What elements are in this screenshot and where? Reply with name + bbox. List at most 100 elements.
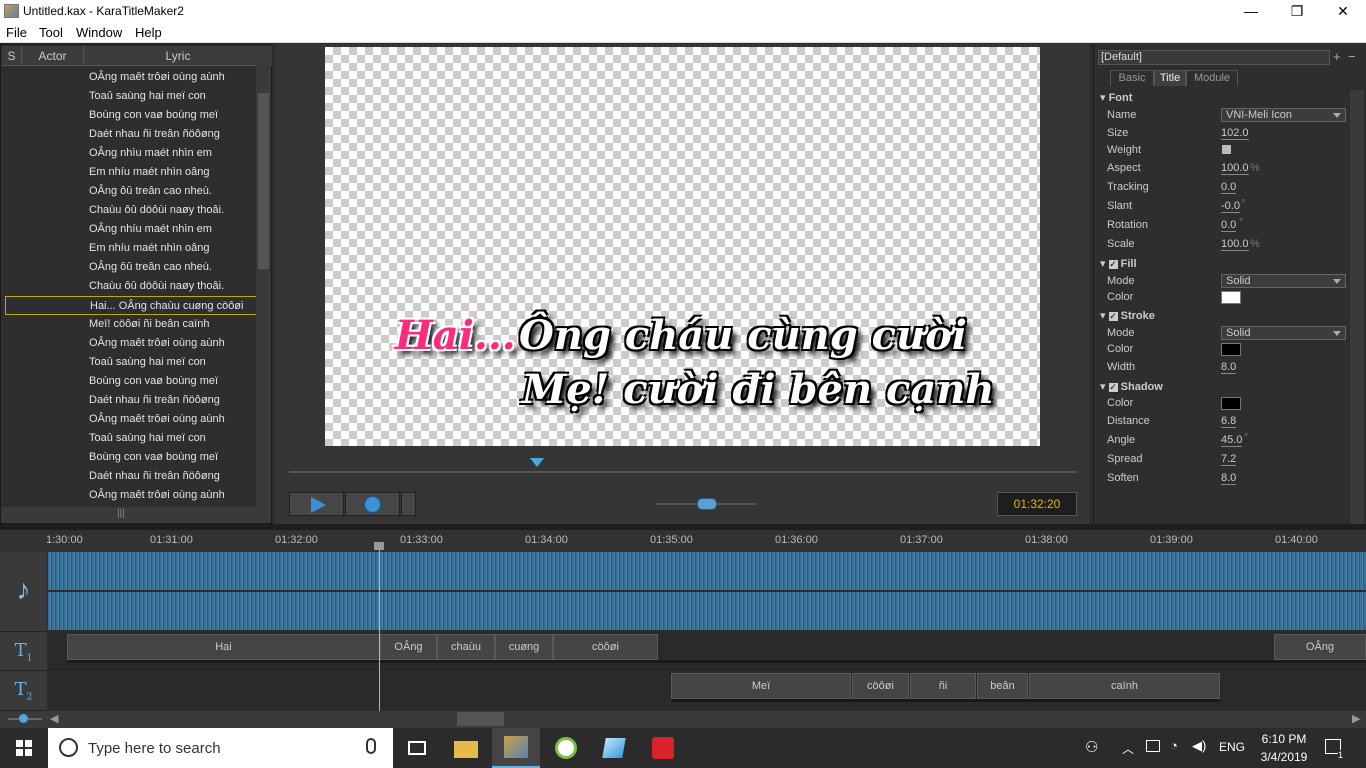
stroke-color-swatch[interactable] bbox=[1221, 343, 1241, 356]
play-button[interactable] bbox=[289, 492, 344, 516]
app-book-icon[interactable] bbox=[601, 735, 627, 761]
shadow-checkbox[interactable]: ✓ bbox=[1108, 383, 1118, 392]
lyric-row[interactable]: Daét nhau ñi treân ñöôøng bbox=[5, 391, 257, 410]
preset-select[interactable]: [Default] bbox=[1098, 50, 1330, 65]
lyric-row[interactable]: Boùng con vaø boùng meï bbox=[5, 106, 257, 125]
file-explorer-icon[interactable] bbox=[454, 735, 480, 761]
title-track-2[interactable]: Meï cöôøi ñi beân caïnh bbox=[48, 671, 1366, 711]
lyric-row[interactable]: Chaùu ôû döôùi naøy thoâi. bbox=[5, 277, 257, 296]
rotation-value[interactable]: 0.0 bbox=[1221, 219, 1237, 232]
font-section[interactable]: ▾ Font bbox=[1100, 91, 1132, 104]
menu-window[interactable]: Window bbox=[76, 25, 122, 40]
app-green-icon[interactable] bbox=[553, 735, 579, 761]
scale-value[interactable]: 100.0 bbox=[1221, 238, 1249, 251]
title-track-1-header[interactable]: T1 bbox=[0, 632, 47, 671]
volume-icon[interactable]: ◀) bbox=[1192, 738, 1206, 754]
col-s-header[interactable]: S bbox=[2, 46, 22, 66]
audio-waveform[interactable] bbox=[48, 552, 1366, 630]
scroll-left-icon[interactable]: ◀ bbox=[50, 712, 58, 725]
close-button[interactable]: ✕ bbox=[1320, 0, 1366, 23]
lyric-row[interactable]: OÂng nhìu maét nhìn em bbox=[5, 144, 257, 163]
lyric-syllable-block[interactable]: beân bbox=[977, 673, 1028, 699]
lyric-syllable-block[interactable]: Hai bbox=[67, 634, 380, 660]
slant-value[interactable]: -0.0 bbox=[1221, 200, 1240, 213]
lyric-row[interactable]: Em nhíu maét nhìn oâng bbox=[5, 239, 257, 258]
lyric-syllable-block[interactable]: caïnh bbox=[1029, 673, 1220, 699]
shadow-spread-value[interactable]: 7.2 bbox=[1221, 453, 1237, 466]
lyric-row[interactable]: Toaû saùng hai meï con bbox=[5, 353, 257, 372]
start-button[interactable] bbox=[0, 728, 48, 768]
lyric-row[interactable]: Em nhíu maét nhìn oâng bbox=[5, 163, 257, 182]
lyric-syllable-block[interactable]: OÂng bbox=[380, 634, 437, 660]
live-camera-icon[interactable] bbox=[650, 735, 676, 761]
lyric-syllable-block[interactable]: cöôøi bbox=[553, 634, 658, 660]
col-lyric-header[interactable]: Lyric bbox=[84, 46, 272, 66]
karatitlemaker-taskbar-button[interactable] bbox=[492, 728, 540, 768]
scroll-thumb[interactable] bbox=[258, 93, 269, 269]
title-track-1[interactable]: Hai OÂng chaùu cuøng cöôøi OÂng bbox=[48, 632, 1366, 670]
lyric-list-vscrollbar[interactable] bbox=[256, 65, 271, 507]
playhead[interactable] bbox=[379, 545, 380, 711]
lyric-row[interactable]: OÂng maêt trôøi oùng aùnh bbox=[5, 486, 257, 505]
aspect-value[interactable]: 100.0 bbox=[1221, 162, 1249, 175]
shadow-distance-value[interactable]: 6.8 bbox=[1221, 415, 1237, 428]
add-preset-icon[interactable]: + bbox=[1333, 49, 1341, 64]
lyric-row[interactable]: OÂng ôû treân cao nheù. bbox=[5, 258, 257, 277]
lyric-syllable-block[interactable]: OÂng bbox=[1274, 634, 1366, 660]
lyric-row[interactable]: OÂng ôû treân cao nheù. bbox=[5, 182, 257, 201]
people-icon[interactable]: ⚇ bbox=[1085, 738, 1098, 756]
lyric-row[interactable]: Daét nhau ñi treân ñöôøng bbox=[5, 125, 257, 144]
minimize-button[interactable]: — bbox=[1228, 0, 1274, 23]
lyric-row[interactable]: OÂng maêt trôøi oùng aùnh bbox=[5, 410, 257, 429]
fill-color-swatch[interactable] bbox=[1221, 291, 1241, 304]
col-actor-header[interactable]: Actor bbox=[22, 46, 84, 66]
lyric-row[interactable]: Chaùu ôû döôùi naøy thoâi. bbox=[5, 201, 257, 220]
fill-mode-select[interactable]: Solid bbox=[1221, 274, 1346, 288]
lyric-list-hscrollbar[interactable]: ||| bbox=[1, 507, 271, 523]
lyric-row[interactable]: OÂng maêt trôøi oùng aùnh bbox=[5, 68, 257, 87]
stroke-checkbox[interactable]: ✓ bbox=[1108, 312, 1118, 321]
timeline-scrollbar[interactable]: ◀ ▶ bbox=[0, 711, 1366, 728]
shadow-angle-value[interactable]: 45.0 bbox=[1221, 434, 1243, 447]
speed-slider-thumb[interactable] bbox=[697, 498, 717, 510]
timeline-scroll-thumb[interactable] bbox=[457, 712, 504, 726]
lyric-syllable-block[interactable]: ñi bbox=[910, 673, 976, 699]
transport-extra[interactable] bbox=[401, 492, 416, 516]
seek-bar[interactable] bbox=[289, 471, 1077, 473]
lyric-row[interactable]: Toaû saùng hai meï con bbox=[5, 429, 257, 448]
lyric-row[interactable]: Toaû saùng hai meï con bbox=[5, 87, 257, 106]
lyric-row[interactable]: OÂng maêt trôøi oùng aùnh bbox=[5, 334, 257, 353]
title-track-2-header[interactable]: T2 bbox=[0, 671, 47, 711]
lyric-syllable-block[interactable]: Meï bbox=[671, 673, 851, 699]
shadow-section[interactable]: ▾ ✓ Shadow bbox=[1100, 380, 1163, 393]
shadow-soften-value[interactable]: 8.0 bbox=[1221, 472, 1237, 485]
remove-preset-icon[interactable]: − bbox=[1348, 49, 1356, 64]
scroll-right-icon[interactable]: ▶ bbox=[1352, 712, 1360, 725]
zoom-slider-thumb[interactable] bbox=[19, 714, 28, 723]
lyric-syllable-block[interactable]: cuøng bbox=[495, 634, 553, 660]
properties-scrollbar[interactable] bbox=[1350, 90, 1364, 524]
tray-chevron-up-icon[interactable]: ︿ bbox=[1122, 740, 1134, 757]
tab-basic[interactable]: Basic bbox=[1110, 70, 1154, 86]
menu-tool[interactable]: Tool bbox=[39, 25, 63, 40]
lyric-syllable-block[interactable]: chaùu bbox=[437, 634, 495, 660]
fill-checkbox[interactable]: ✓ bbox=[1108, 260, 1118, 269]
battery-icon[interactable] bbox=[1146, 740, 1160, 752]
menu-help[interactable]: Help bbox=[135, 25, 162, 40]
stroke-mode-select[interactable]: Solid bbox=[1221, 326, 1346, 340]
lyric-row[interactable]: Hai... OÂng chaùu cuøng cöôøi bbox=[5, 296, 257, 315]
font-name-select[interactable]: VNI-Meli Icon bbox=[1221, 108, 1346, 122]
taskbar-clock[interactable]: 6:10 PM 3/4/2019 bbox=[1254, 732, 1314, 764]
lyric-row[interactable]: Daét nhau ñi treân ñöôøng bbox=[5, 467, 257, 486]
task-view-icon[interactable] bbox=[404, 735, 430, 761]
playhead-handle-icon[interactable] bbox=[374, 542, 384, 550]
lyric-row[interactable]: OÂng nhíu maét nhìn em bbox=[5, 220, 257, 239]
microphone-icon[interactable] bbox=[366, 738, 376, 754]
menu-file[interactable]: File bbox=[6, 25, 27, 40]
lyric-row[interactable]: Boùng con vaø boùng meï bbox=[5, 372, 257, 391]
seek-marker-icon[interactable] bbox=[530, 458, 544, 467]
lyric-row[interactable]: Meï! cöôøi ñi beân caïnh bbox=[5, 315, 257, 334]
timeline-ruler[interactable]: 1:30:00 01:31:00 01:32:00 01:33:00 01:34:00 0… bbox=[46, 530, 1366, 552]
shadow-color-swatch[interactable] bbox=[1221, 397, 1241, 410]
weight-checkbox[interactable] bbox=[1222, 145, 1231, 154]
